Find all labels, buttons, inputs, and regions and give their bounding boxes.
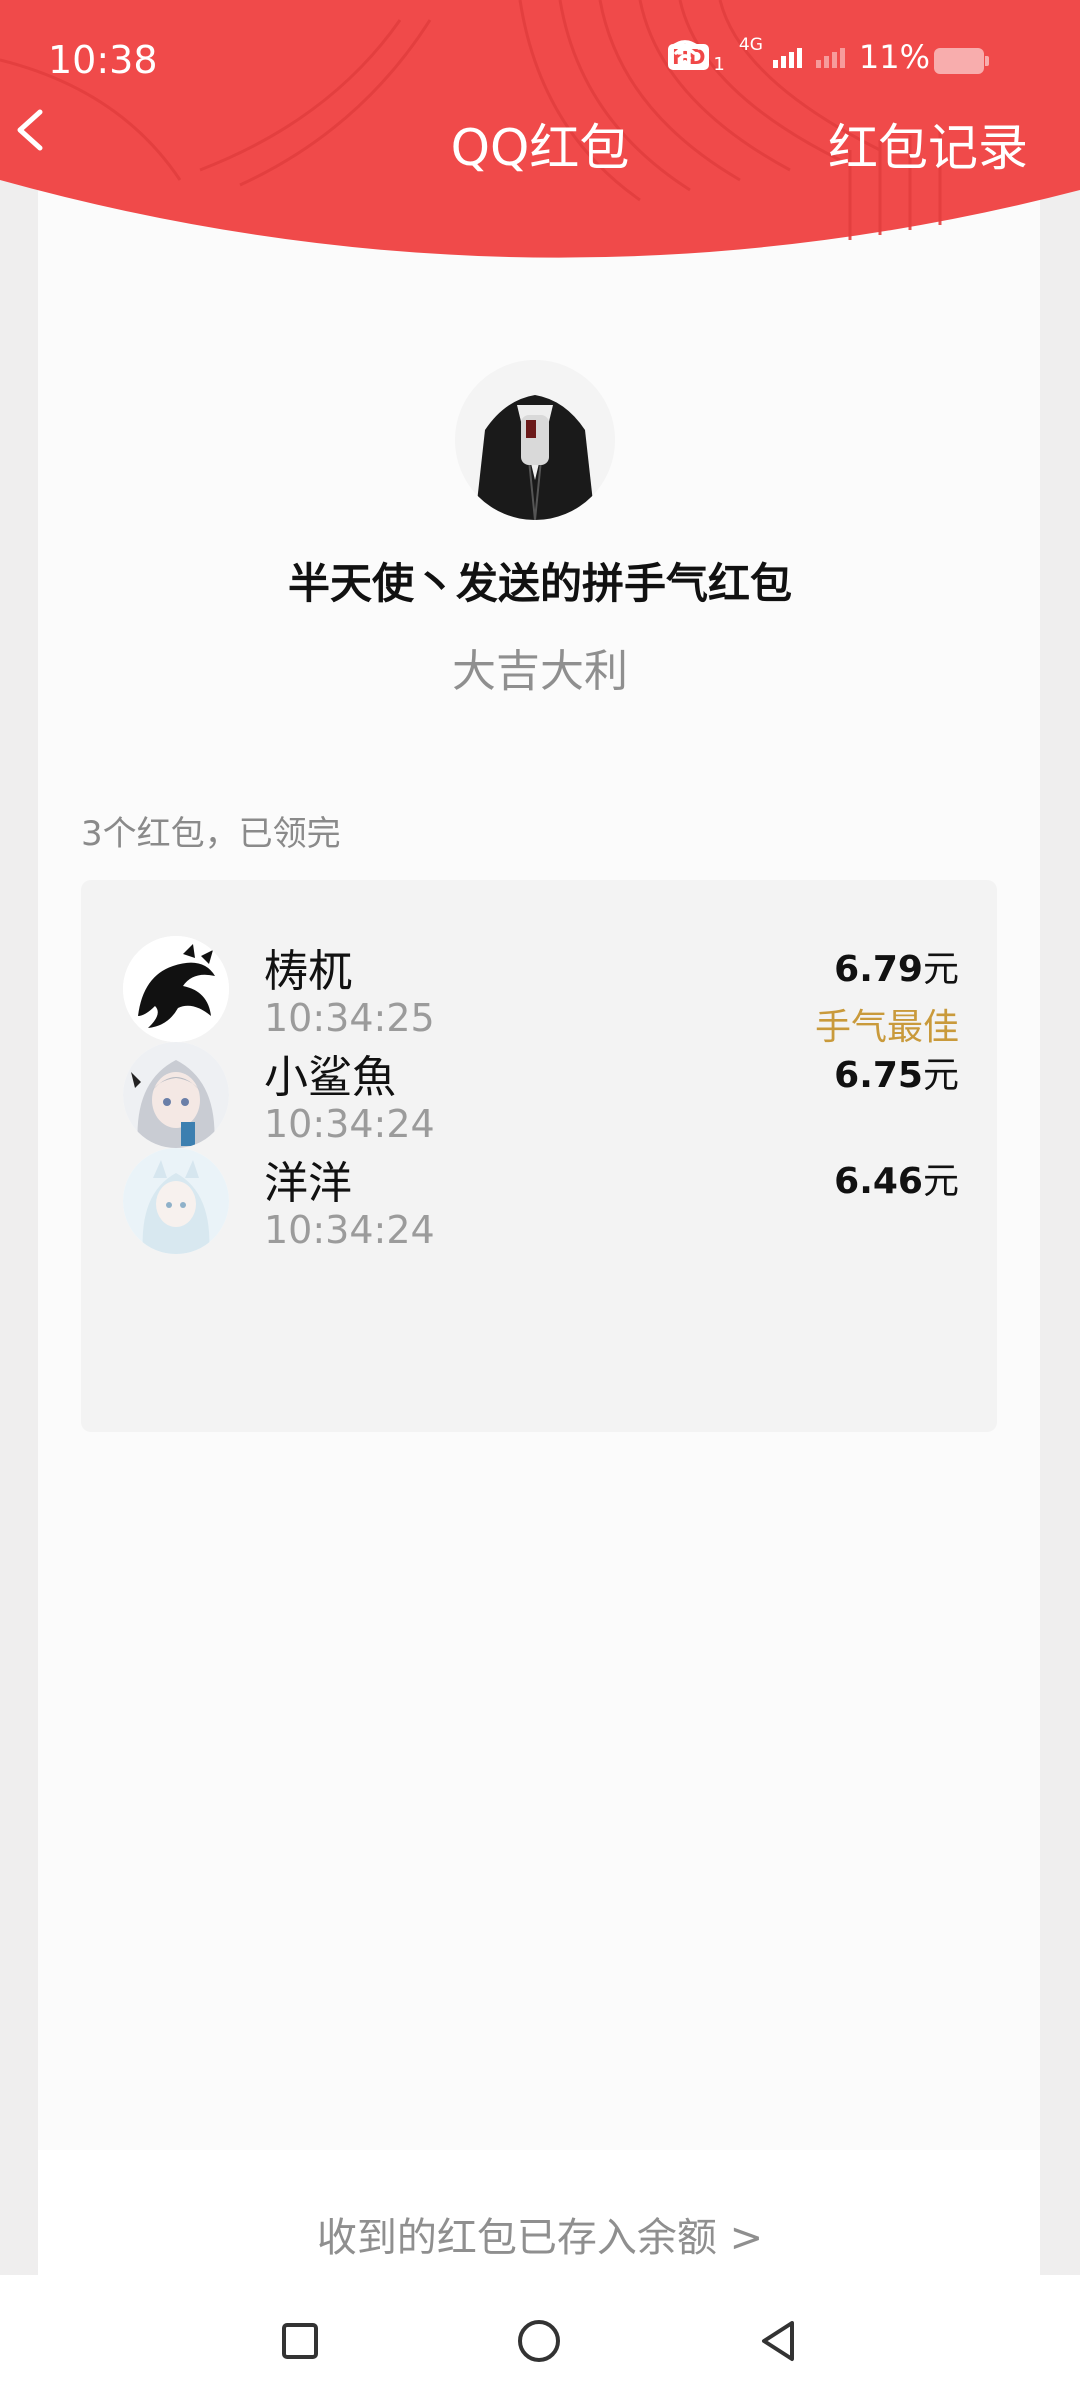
status-icons: HD 1 4G 11% — [668, 35, 930, 76]
receiver-amount: 6.75元 — [834, 1046, 959, 1098]
top-navigation: QQ红包 红包记录 — [0, 100, 1080, 180]
anime-light-avatar-image — [123, 1148, 229, 1254]
battery-icon — [934, 48, 989, 74]
red-packet-record-link[interactable]: 红包记录 — [828, 108, 1028, 180]
amount-value: 6.46 — [834, 1161, 923, 1202]
receiver-amount: 6.79元 — [834, 940, 959, 992]
back-triangle-icon[interactable] — [748, 2311, 808, 2371]
system-navigation-bar — [0, 2275, 1080, 2408]
sender-packet-title: 半天使丶发送的拼手气红包 — [287, 559, 792, 608]
packet-greeting: 大吉大利 — [452, 646, 628, 697]
receiver-row[interactable]: 洋洋 10:34:24 6.46元 — [81, 1092, 997, 1254]
network-type: 4G — [738, 35, 763, 55]
receiver-time: 10:34:24 — [264, 1208, 435, 1252]
sender-avatar-image — [455, 360, 615, 520]
packet-summary: 3个红包，已领完 — [81, 814, 341, 854]
amount-unit: 元 — [922, 1055, 959, 1096]
amount-unit: 元 — [922, 1161, 959, 1202]
receiver-name: 洋洋 — [264, 1158, 352, 1209]
sender-avatar[interactable] — [455, 360, 615, 520]
amount-unit: 元 — [922, 949, 959, 990]
battery-level: 11% — [858, 38, 930, 76]
receivers-list: 梼杌 10:34:25 6.79元 手气最佳 小鲨魚 10:34:24 6.75… — [81, 880, 997, 1432]
signal-icon — [772, 46, 802, 68]
status-bar: 10:38 HD 1 4G 11% — [0, 0, 1080, 110]
status-time: 10:38 — [48, 38, 158, 82]
wifi-icon — [669, 40, 701, 65]
recents-square-icon[interactable] — [270, 2311, 330, 2371]
home-circle-icon[interactable] — [509, 2311, 569, 2371]
receiver-amount: 6.46元 — [834, 1152, 959, 1204]
amount-value: 6.79 — [834, 949, 923, 990]
red-header: 10:38 HD 1 4G 11% QQ红包 红包记录 — [0, 0, 1080, 280]
hd-sim-index: 1 — [713, 53, 725, 75]
amount-value: 6.75 — [834, 1055, 923, 1096]
balance-deposit-link[interactable]: 收到的红包已存入余额 > — [0, 2205, 1080, 2263]
signal-2-icon — [815, 46, 845, 68]
receiver-avatar[interactable] — [123, 1148, 229, 1254]
